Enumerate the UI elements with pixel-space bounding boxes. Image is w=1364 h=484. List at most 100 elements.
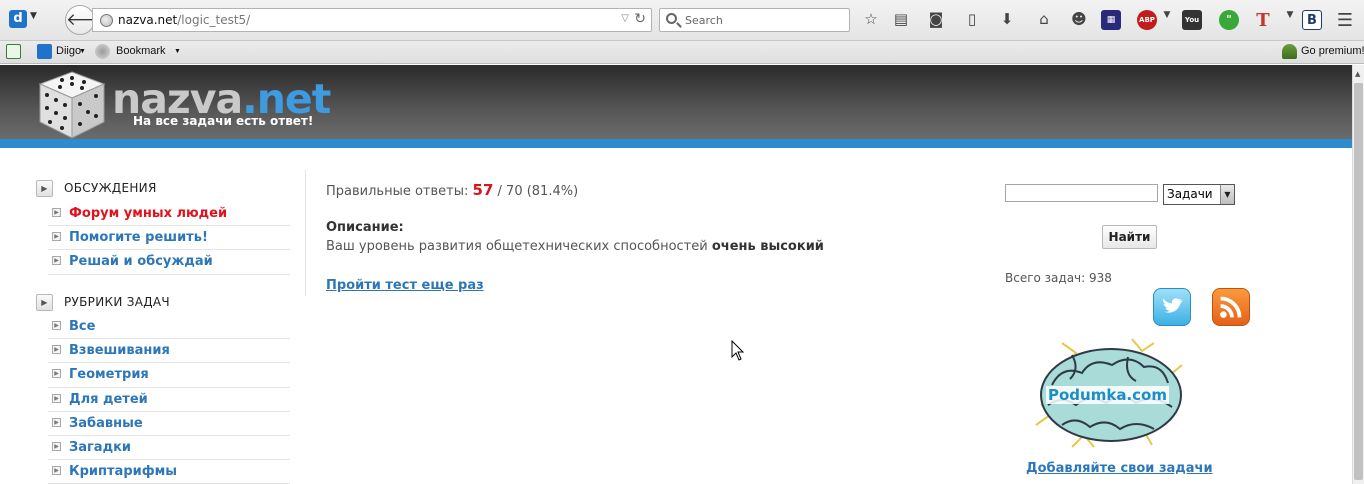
nav-link-cryptarithms[interactable]: Криптарифмы bbox=[69, 464, 177, 479]
translate-icon[interactable]: T bbox=[1253, 10, 1273, 31]
scroll-thumb[interactable] bbox=[1354, 83, 1363, 480]
nav-link-funny[interactable]: Забавные bbox=[69, 416, 143, 431]
pocket-icon[interactable]: ◙ bbox=[926, 10, 946, 30]
chevron-down-icon[interactable]: ▼ bbox=[1220, 185, 1234, 204]
url-bar[interactable]: nazva.net/logic_test5/ ▽ ↻ bbox=[92, 8, 652, 32]
chevron-down-icon[interactable]: ▼ bbox=[1157, 10, 1177, 30]
menu-icon[interactable]: ☰ bbox=[1335, 10, 1355, 31]
description-level: очень высокий bbox=[711, 239, 824, 254]
diigo-bookmark[interactable]: Diigo bbox=[56, 45, 81, 57]
diigo-icon[interactable] bbox=[37, 44, 52, 59]
twitter-bird-icon bbox=[1162, 298, 1183, 313]
list-item: ▶ Форум умных людей bbox=[48, 202, 290, 227]
download-icon[interactable]: ⬇ bbox=[997, 10, 1017, 30]
chevron-down-icon[interactable]: ▼ bbox=[79, 48, 86, 55]
description-title: Описание: bbox=[326, 220, 404, 235]
reload-icon[interactable]: ↻ bbox=[634, 11, 646, 27]
total-tasks: Всего задач: 938 bbox=[1005, 271, 1112, 285]
bullet-icon: ▶ bbox=[52, 232, 61, 242]
podumka-label[interactable]: Podumka.com bbox=[1046, 386, 1169, 404]
retake-test-link[interactable]: Пройти тест еще раз bbox=[326, 278, 484, 293]
user-icon bbox=[1282, 44, 1297, 59]
url-path: /logic_test5/ bbox=[177, 13, 251, 27]
search-placeholder: Search bbox=[685, 14, 723, 27]
add-tasks-link[interactable]: Добавляйте свои задачи bbox=[1026, 461, 1213, 476]
url-dropdown-icon[interactable]: ▽ bbox=[621, 13, 629, 24]
search-icon bbox=[666, 13, 677, 24]
list-item: ▶ Все bbox=[48, 315, 290, 340]
bullet-icon: ▶ bbox=[52, 417, 61, 427]
rubrics-list: ▶ Все ▶ Взвешивания ▶ Геометрия ▶ Для детей … bbox=[48, 315, 290, 484]
url-text[interactable]: nazva.net/logic_test5/ bbox=[118, 13, 250, 27]
list-item: ▶ Загадки bbox=[48, 436, 290, 461]
arrow-right-icon: ▶ bbox=[36, 180, 53, 197]
column-divider bbox=[305, 170, 306, 296]
sidebar-toggle-icon[interactable] bbox=[6, 44, 21, 59]
back-button[interactable]: 🡐 bbox=[65, 5, 112, 35]
list-item: ▶ Геометрия bbox=[48, 363, 290, 388]
nav-link-discuss[interactable]: Решай и обсуждай bbox=[69, 254, 213, 269]
list-item: ▶ Взвешивания bbox=[48, 339, 290, 364]
list-item: ▶ Решай и обсуждай bbox=[48, 250, 290, 275]
bullet-icon: ▶ bbox=[52, 208, 61, 217]
chevron-down-icon[interactable]: ▼ bbox=[1280, 10, 1300, 30]
correct-count: 57 bbox=[472, 181, 494, 199]
b-icon[interactable]: B bbox=[1302, 10, 1322, 30]
scroll-up-icon[interactable]: ▲ bbox=[1355, 70, 1360, 78]
total-count: / 70 (81.4%) bbox=[497, 184, 579, 199]
nav-link-forum[interactable]: Форум умных людей bbox=[69, 206, 227, 221]
list-item: ▶ Помогите решить! bbox=[48, 226, 290, 251]
browser-toolbar: d ▼ 🡐 nazva.net/logic_test5/ ▽ ↻ Search … bbox=[0, 0, 1364, 41]
nav-link-riddles[interactable]: Загадки bbox=[69, 440, 131, 455]
nav-link-all[interactable]: Все bbox=[69, 319, 95, 334]
discussions-list: ▶ Форум умных людей ▶ Помогите решить! ▶ Ре… bbox=[48, 202, 290, 275]
go-premium-link[interactable]: Go premium! bbox=[1301, 45, 1364, 57]
bullet-icon: ▶ bbox=[52, 345, 61, 355]
description-text: Ваш уровень развития общетехнических спо… bbox=[326, 239, 708, 254]
search-bar[interactable]: Search bbox=[659, 8, 850, 32]
arrow-right-icon: ▶ bbox=[36, 294, 53, 311]
quote-icon[interactable]: " bbox=[1219, 10, 1239, 30]
discussions-title: ОБСУЖДЕНИЯ bbox=[64, 181, 157, 195]
twitter-icon[interactable] bbox=[1153, 288, 1191, 326]
header-stripe bbox=[0, 139, 1352, 148]
find-button[interactable]: Найти bbox=[1102, 225, 1157, 249]
url-domain: nazva.net bbox=[118, 13, 178, 27]
list-item: ▶ Для детей bbox=[48, 388, 290, 412]
dice-logo[interactable] bbox=[38, 70, 106, 140]
home-icon[interactable]: ⌂ bbox=[1034, 10, 1054, 30]
search-category-select[interactable]: Задачи ▼ bbox=[1163, 184, 1235, 205]
site-tagline: На все задачи есть ответ! bbox=[133, 114, 314, 128]
globe-icon bbox=[100, 14, 113, 27]
bookmark-page-icon[interactable]: ▯ bbox=[962, 10, 982, 30]
bullet-icon: ▶ bbox=[52, 256, 61, 266]
chevron-down-icon[interactable]: ▼ bbox=[30, 11, 37, 21]
description-line: Ваш уровень развития общетехнических спо… bbox=[326, 239, 824, 254]
bookmarks-bar: Diigo ▼ Bookmark ▼ Go premium! bbox=[0, 41, 1364, 64]
correct-label: Правильные ответы: bbox=[326, 184, 469, 199]
nav-link-geometry[interactable]: Геометрия bbox=[69, 367, 149, 382]
bullet-icon: ▶ bbox=[52, 369, 61, 379]
adblock-icon[interactable]: ABP bbox=[1137, 10, 1157, 30]
diigo-icon[interactable]: d bbox=[9, 10, 27, 28]
bookmark-item[interactable]: Bookmark bbox=[116, 45, 166, 57]
star-icon[interactable]: ☆ bbox=[861, 10, 881, 30]
rss-feed-icon bbox=[1220, 296, 1242, 318]
bookmark-icon bbox=[95, 44, 110, 59]
chat-icon[interactable]: ☻ bbox=[1069, 10, 1089, 30]
chevron-down-icon[interactable]: ▼ bbox=[174, 48, 181, 55]
result-line: Правильные ответы: 57 / 70 (81.4%) bbox=[326, 181, 578, 199]
list-item: ▶ Криптарифмы bbox=[48, 460, 290, 484]
nav-link-weighing[interactable]: Взвешивания bbox=[69, 343, 170, 358]
clipboard-icon[interactable]: ▤ bbox=[891, 10, 911, 30]
mouse-cursor-icon bbox=[731, 340, 745, 361]
bullet-icon: ▶ bbox=[52, 466, 61, 476]
nav-link-kids[interactable]: Для детей bbox=[69, 392, 148, 407]
rubrics-title: РУБРИКИ ЗАДАЧ bbox=[64, 295, 170, 309]
nav-link-help[interactable]: Помогите решить! bbox=[69, 230, 208, 245]
rss-icon[interactable] bbox=[1212, 288, 1250, 326]
extension-icon[interactable]: ▦ bbox=[1101, 10, 1121, 30]
site-search-input[interactable] bbox=[1005, 184, 1158, 202]
youtube-icon[interactable]: You bbox=[1182, 10, 1202, 30]
select-value: Задачи bbox=[1167, 187, 1213, 201]
